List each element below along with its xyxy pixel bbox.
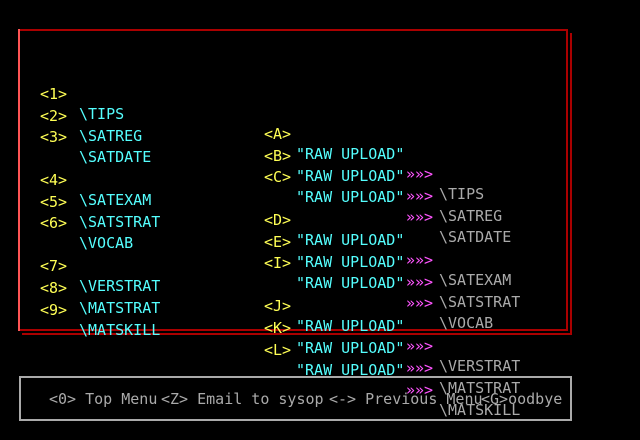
list-item[interactable]: <2> \SATREG <B> "RAW UPLOAD" »»> \SATREG (0, 86, 640, 225)
upload-destination: \VERSTRAT (439, 357, 521, 375)
option-key[interactable]: <6> (40, 213, 67, 233)
previous-menu-option[interactable]: <-> Previous Menu (329, 390, 483, 408)
list-item[interactable]: <9> \MATSKILL <L> "RAW UPLOAD" »»> \MATS… (0, 280, 640, 419)
upload-key[interactable]: <K> (264, 318, 291, 338)
arrow-icon: »»> (406, 337, 434, 355)
upload-key[interactable]: <D> (264, 210, 291, 230)
option-key[interactable]: <3> (40, 127, 67, 147)
upload-key[interactable]: <L> (264, 340, 291, 360)
list-item[interactable]: <6> \VOCAB <I> "RAW UPLOAD" »»> \VOCAB (0, 193, 640, 332)
conference-name: \MATSTRAT (79, 299, 161, 317)
option-key[interactable]: <9> (40, 300, 67, 320)
conference-name: \SATREG (79, 127, 143, 145)
arrow-icon: »»> (406, 359, 434, 377)
top-menu-option[interactable]: <0> Top Menu (49, 390, 157, 408)
list-item[interactable]: <5> \SATSTRAT <E> "RAW UPLOAD" »»> \SATS… (0, 172, 640, 311)
upload-label: "RAW UPLOAD" (296, 317, 405, 335)
upload-destination: \VOCAB (439, 314, 494, 332)
list-item[interactable]: <1> \TIPS <A> "RAW UPLOAD" »»> \TIPS (0, 64, 640, 203)
list-item[interactable]: <3> \SATDATE <C> "RAW UPLOAD" »»> \SATDA… (0, 107, 640, 246)
conference-name: \MATSKILL (79, 321, 161, 339)
goodbye-option[interactable]: <G>oodbye (481, 390, 562, 408)
upload-key[interactable]: <A> (264, 124, 291, 144)
command-bar: <0> Top Menu <Z> Email to sysop <-> Prev… (19, 376, 572, 421)
email-sysop-option[interactable]: <Z> Email to sysop (161, 390, 324, 408)
conference-name: \SATSTRAT (79, 213, 161, 231)
list-item[interactable]: <7> \VERSTRAT <J> "RAW UPLOAD" »»> \VERS… (0, 236, 640, 375)
list-item[interactable]: <8> \MATSTRAT <K> "RAW UPLOAD" »»> \MATS… (0, 258, 640, 397)
upload-label: "RAW UPLOAD" (296, 339, 405, 357)
list-item[interactable]: <4> \SATEXAM <D> "RAW UPLOAD" »»> \SATEX… (0, 150, 640, 289)
